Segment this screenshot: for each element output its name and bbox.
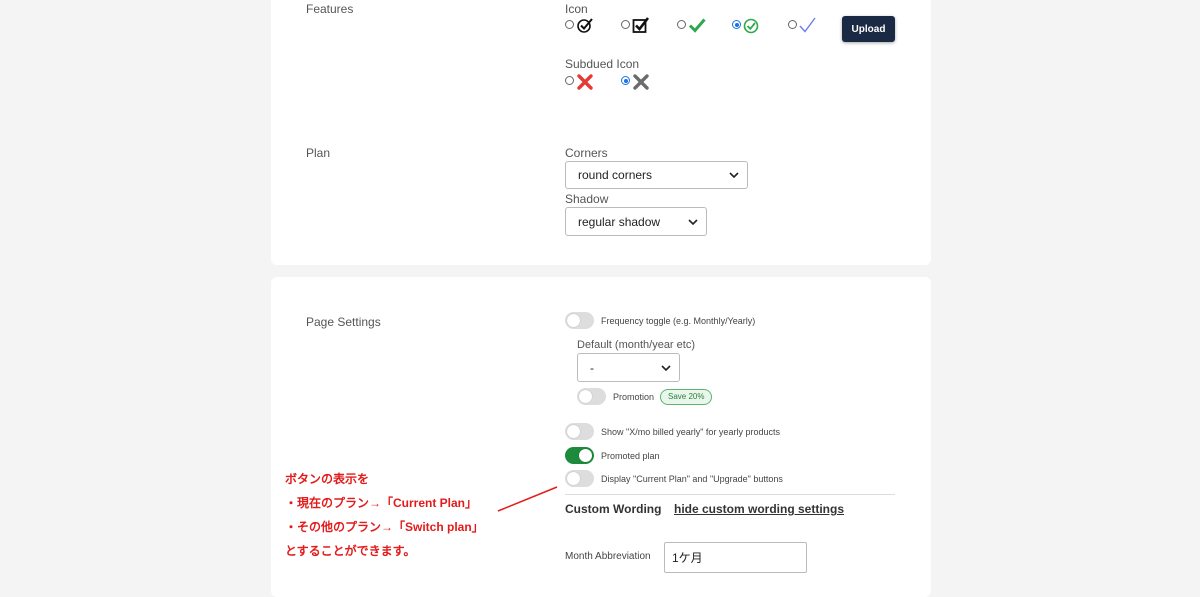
show-yearly-toggle[interactable] bbox=[565, 423, 594, 440]
promotion-toggle[interactable] bbox=[577, 388, 606, 405]
month-abbreviation-input[interactable]: 1ケ月 bbox=[664, 542, 807, 573]
annotation-line-3: ・その他のプラン→「Switch plan」 bbox=[285, 520, 484, 534]
icon-option-radio-4[interactable] bbox=[732, 20, 741, 29]
shadow-select[interactable]: regular shadow bbox=[565, 207, 707, 236]
default-label: Default (month/year etc) bbox=[577, 339, 695, 351]
box-check-icon bbox=[632, 17, 650, 33]
gray-x-icon bbox=[633, 74, 649, 90]
circle-check-outline-icon bbox=[577, 18, 593, 33]
thin-blue-check-icon bbox=[799, 17, 816, 33]
frequency-toggle[interactable] bbox=[565, 312, 594, 329]
show-yearly-label: Show "X/mo billed yearly" for yearly pro… bbox=[601, 427, 780, 437]
annotation-line-2: ・現在のプラン→「Current Plan」 bbox=[285, 496, 478, 510]
icon-option-radio-5[interactable] bbox=[788, 20, 797, 29]
red-x-icon bbox=[577, 74, 593, 90]
shadow-select-value: regular shadow bbox=[578, 214, 661, 229]
promotion-badge: Save 20% bbox=[660, 389, 713, 405]
promoted-plan-toggle[interactable] bbox=[565, 447, 594, 464]
chevron-down-icon bbox=[661, 364, 671, 371]
chevron-down-icon bbox=[729, 172, 739, 178]
features-section-label: Features bbox=[306, 2, 354, 16]
annotation-pointer-line bbox=[497, 486, 558, 512]
annotation-line-4: とすることができます。 bbox=[285, 544, 416, 558]
page-settings-section-label: Page Settings bbox=[306, 315, 381, 329]
corners-select[interactable]: round corners bbox=[565, 161, 748, 189]
upload-button[interactable]: Upload bbox=[842, 16, 895, 42]
icon-option-radio-2[interactable] bbox=[621, 20, 630, 29]
subdued-option-radio-1[interactable] bbox=[565, 76, 574, 85]
annotation-line-1: ボタンの表示を bbox=[285, 472, 370, 486]
icon-option-radio-1[interactable] bbox=[565, 20, 574, 29]
promotion-label: Promotion bbox=[613, 392, 655, 402]
default-select-value: - bbox=[590, 360, 594, 375]
plan-section-label: Plan bbox=[306, 146, 331, 160]
frequency-toggle-label: Frequency toggle (e.g. Monthly/Yearly) bbox=[601, 316, 756, 326]
default-select[interactable]: - bbox=[577, 353, 680, 382]
custom-wording-title: Custom Wording bbox=[565, 502, 662, 516]
corners-label: Corners bbox=[565, 146, 608, 160]
subdued-icon-label: Subdued Icon bbox=[565, 57, 640, 71]
corners-select-value: round corners bbox=[578, 168, 653, 182]
icon-option-radio-3[interactable] bbox=[677, 20, 686, 29]
green-circle-check-icon bbox=[743, 18, 759, 34]
green-check-icon bbox=[688, 18, 706, 33]
divider bbox=[565, 494, 895, 495]
promoted-plan-label: Promoted plan bbox=[601, 451, 660, 461]
chevron-down-icon bbox=[688, 218, 698, 225]
hide-custom-wording-link[interactable]: hide custom wording settings bbox=[674, 502, 844, 516]
display-buttons-label: Display "Current Plan" and "Upgrade" but… bbox=[601, 474, 783, 484]
subdued-option-radio-2[interactable] bbox=[621, 76, 630, 85]
month-abbreviation-value: 1ケ月 bbox=[672, 551, 703, 565]
display-buttons-toggle[interactable] bbox=[565, 470, 594, 487]
month-abbreviation-label: Month Abbreviation bbox=[565, 551, 651, 562]
shadow-label: Shadow bbox=[565, 192, 609, 206]
icon-label: Icon bbox=[565, 2, 588, 16]
